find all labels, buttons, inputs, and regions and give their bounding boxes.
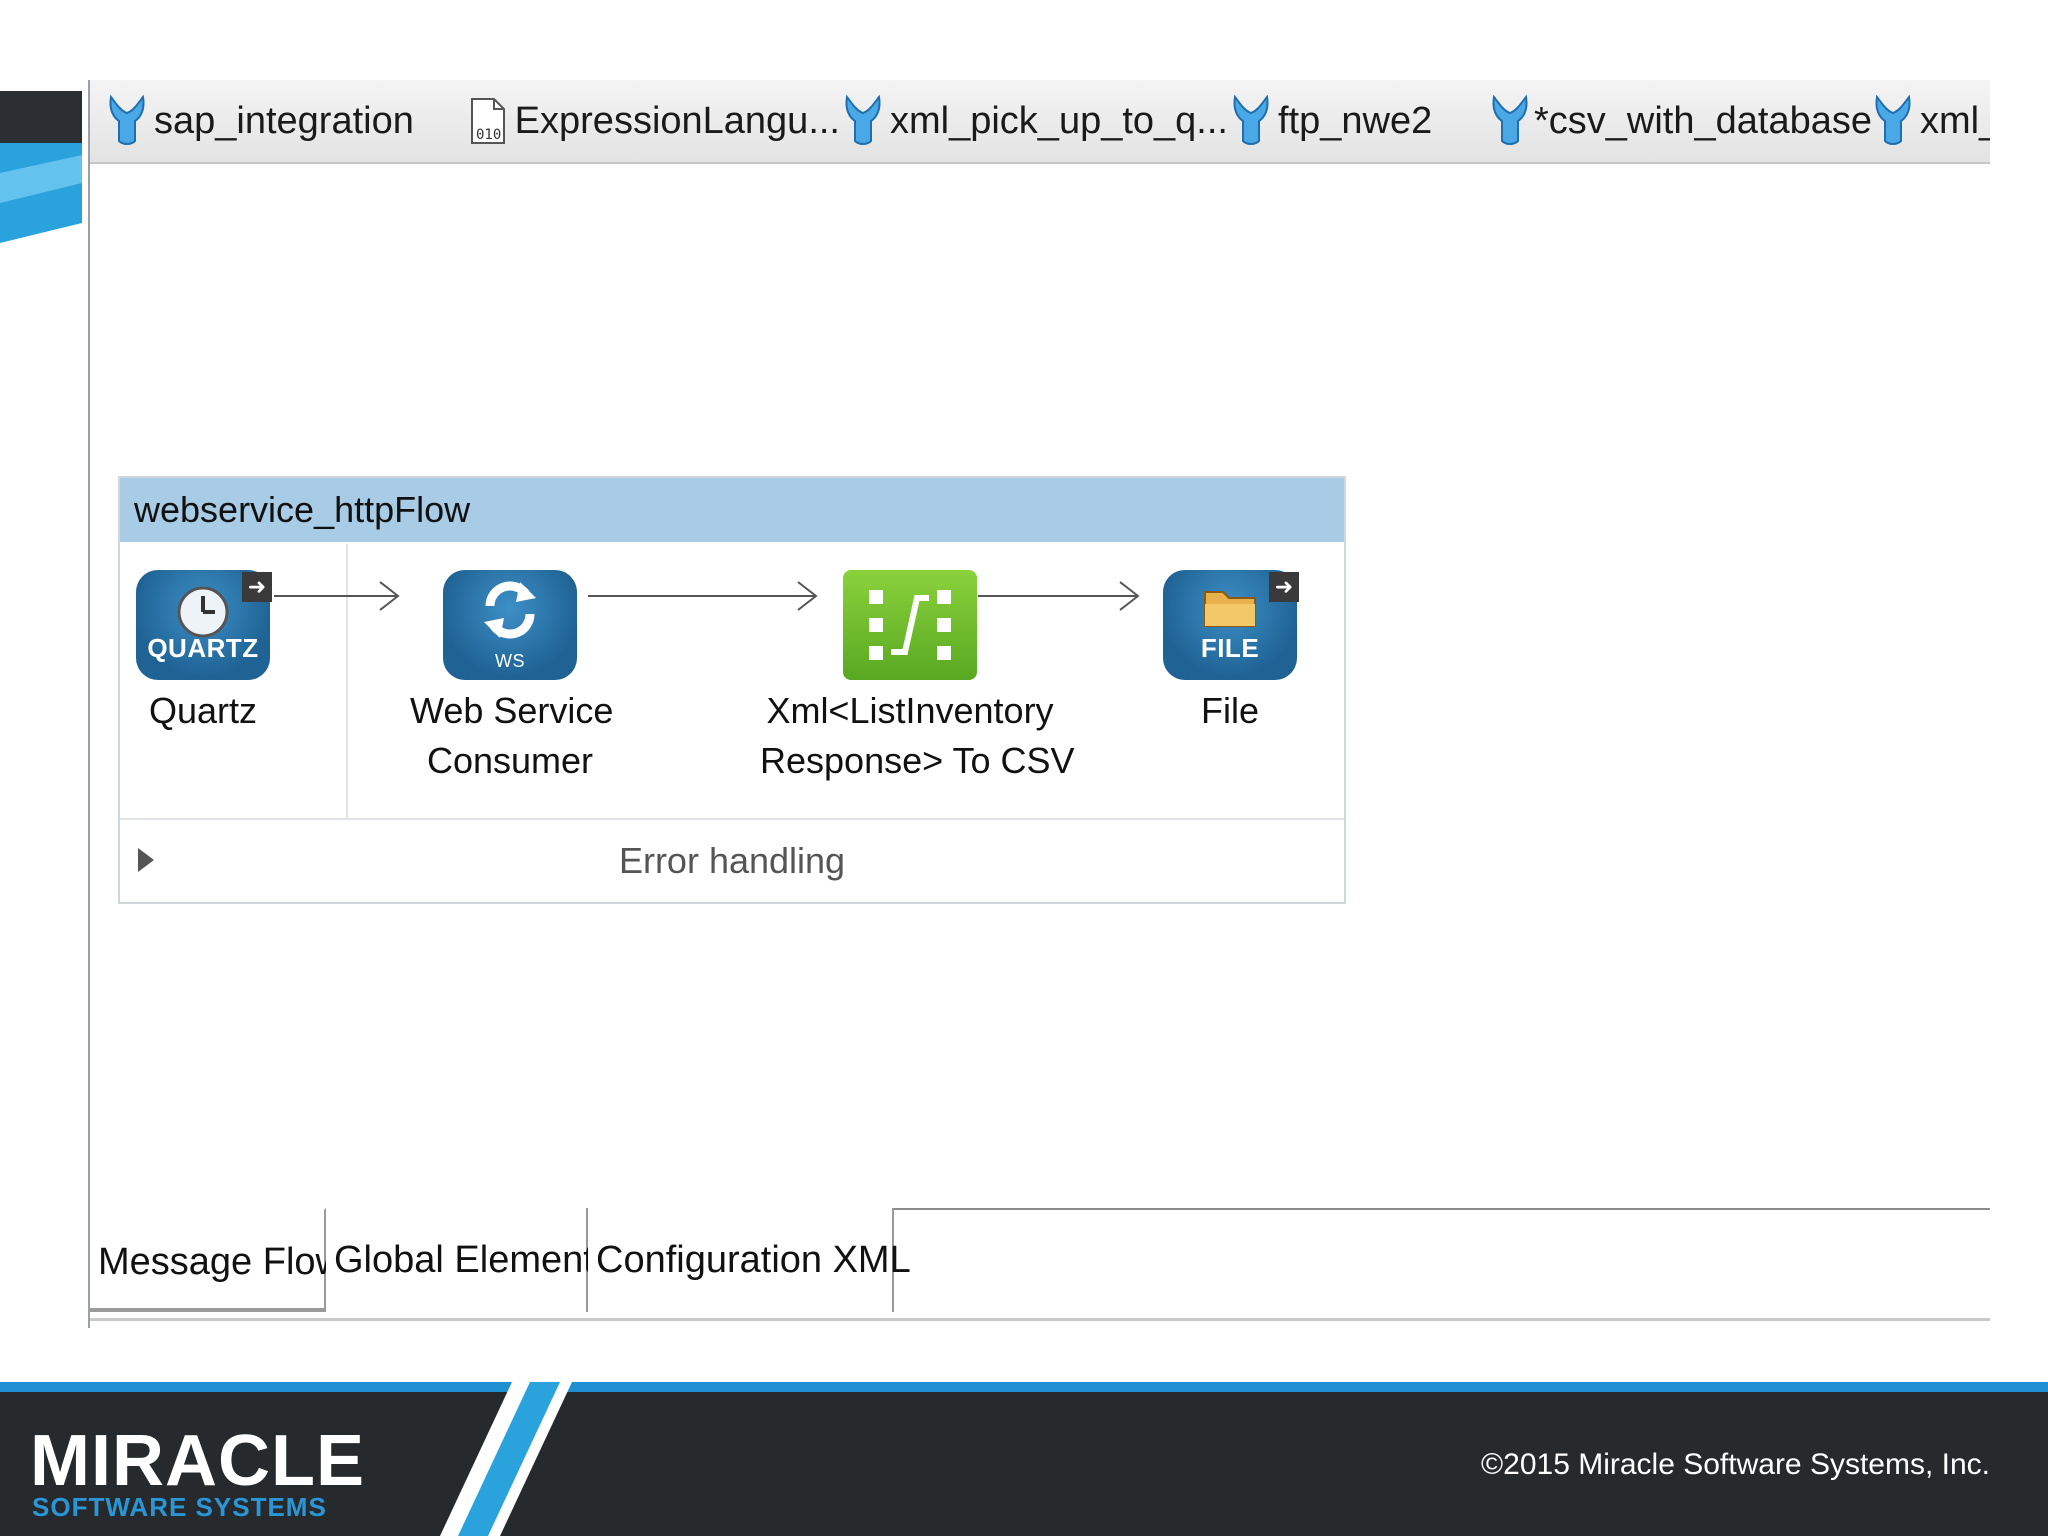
editor-tab-csv-with-database[interactable]: *csv_with_database [1490, 80, 1872, 162]
flow-node-web-service-consumer[interactable]: WS Web Service Consumer [410, 570, 614, 786]
error-handling-section[interactable]: Error handling [120, 818, 1344, 904]
flow-node-file[interactable]: FILE ➜ File [1150, 570, 1310, 736]
company-logo-subtitle: SOFTWARE SYSTEMS [32, 1492, 327, 1522]
node-label: Web Service [410, 690, 614, 731]
node-label: Consumer [426, 740, 594, 781]
slide-decoration-dark [0, 91, 82, 143]
binary-file-icon: 010 [466, 94, 511, 148]
editor-tab-xml-p[interactable]: xml_p [1870, 80, 1990, 162]
flow-editor-window: sap_integration 010 ExpressionLangu... x… [88, 80, 1990, 1328]
editor-tab-sap-integration[interactable]: sap_integration [104, 80, 466, 162]
flow-node-xml-to-csv[interactable]: Xml<ListInventory Response> To CSV [760, 570, 1075, 786]
tab-configuration-xml[interactable]: Configuration XML [588, 1208, 911, 1312]
flow-container[interactable]: webservice_httpFlow QUARTZ ➜ Quartz WS W… [118, 476, 1346, 904]
quartz-icon: QUARTZ ➜ [136, 570, 272, 680]
slide-decoration-blue [0, 143, 82, 243]
editor-view-tabs: Message Flow Global Elements Configurati… [90, 1208, 1990, 1320]
node-icon-caption: FILE [1200, 633, 1260, 663]
copyright-text: ©2015 Miracle Software Systems, Inc. [1481, 1448, 1990, 1481]
flow-title[interactable]: webservice_httpFlow [120, 478, 1344, 542]
node-icon-caption: QUARTZ [147, 633, 259, 663]
svg-text:010: 010 [476, 127, 501, 143]
transformer-icon [843, 570, 977, 680]
file-folder-icon: FILE ➜ [1163, 570, 1299, 680]
mule-icon [1490, 94, 1530, 148]
editor-tab-label: xml_pick_up_to_q... [890, 99, 1228, 142]
node-label: Response> To CSV [760, 740, 1075, 781]
arrow-right-icon: ➜ [1269, 572, 1299, 602]
web-service-icon: WS [443, 570, 577, 680]
editor-tab-label: sap_integration [154, 99, 414, 142]
tab-global-elements[interactable]: Global Elements [326, 1208, 613, 1312]
editor-tab-label: ftp_nwe2 [1278, 99, 1433, 142]
node-icon-caption: WS [495, 651, 525, 671]
slide-footer: MIRACLE SOFTWARE SYSTEMS ©2015 Miracle S… [0, 1382, 2048, 1536]
tab-message-flow[interactable]: Message Flow [90, 1208, 343, 1312]
flow-connector [274, 581, 400, 611]
editor-tab-label: *csv_with_database [1534, 99, 1872, 142]
flow-node-quartz[interactable]: QUARTZ ➜ Quartz [128, 570, 278, 736]
editor-tab-label: ExpressionLangu... [514, 99, 840, 142]
mule-icon [1870, 94, 1916, 148]
arrow-right-icon: ➜ [242, 572, 272, 602]
node-label: Xml<ListInventory [766, 690, 1054, 731]
editor-tab-expression-language[interactable]: 010 ExpressionLangu... [466, 80, 840, 162]
editor-tab-xml-pick-up[interactable]: xml_pick_up_to_q... [840, 80, 1228, 162]
editor-tab-ftp-nwe2[interactable]: ftp_nwe2 [1228, 80, 1490, 162]
editor-tab-bar: sap_integration 010 ExpressionLangu... x… [90, 80, 1990, 164]
mule-icon [1228, 94, 1274, 148]
mule-icon [104, 94, 150, 148]
company-logo: MIRACLE [30, 1421, 365, 1501]
node-label: Quartz [148, 690, 258, 731]
editor-tab-label: xml_p [1920, 99, 1990, 142]
mule-icon [840, 94, 886, 148]
node-label: File [1200, 690, 1259, 731]
error-handling-label: Error handling [618, 840, 846, 881]
editor-bottom-border [90, 1318, 1990, 1321]
